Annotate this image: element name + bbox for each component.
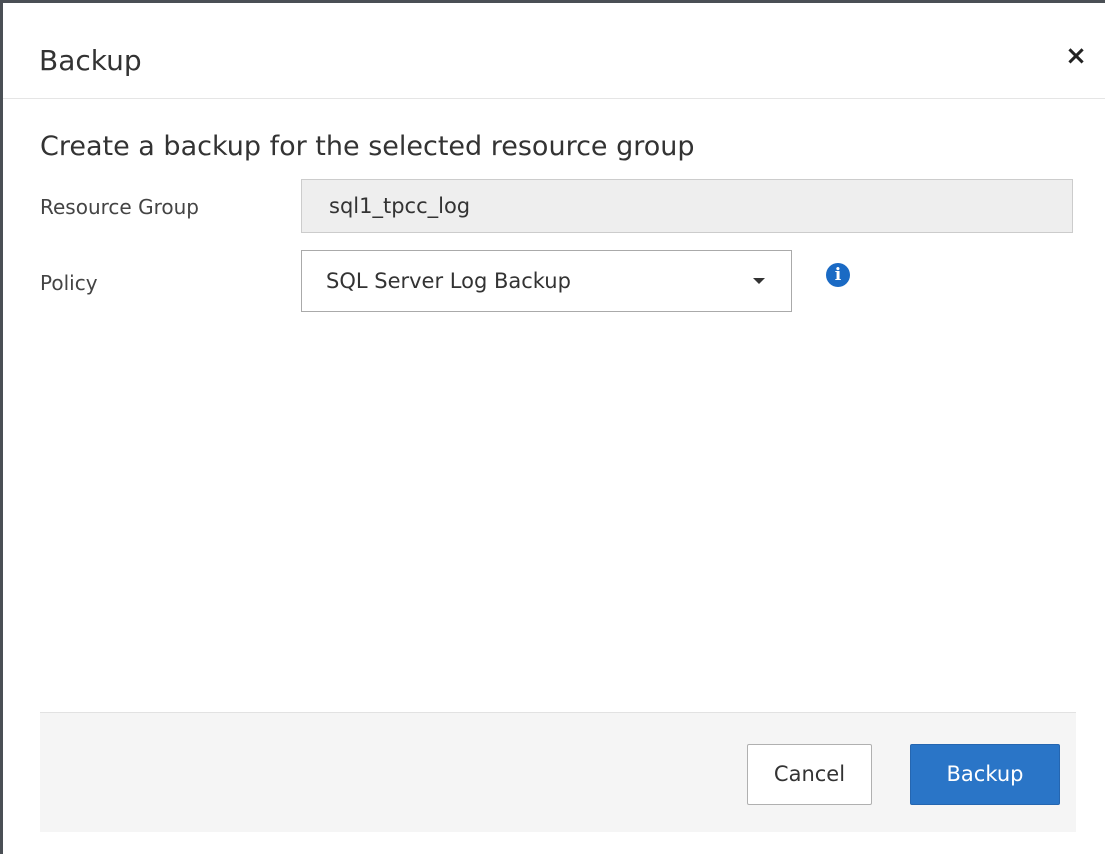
- policy-selected-value: SQL Server Log Backup: [326, 269, 571, 293]
- close-icon[interactable]: ×: [1061, 39, 1091, 73]
- backup-button[interactable]: Backup: [910, 744, 1060, 805]
- policy-label: Policy: [40, 271, 98, 295]
- resource-group-label: Resource Group: [40, 195, 199, 219]
- info-icon[interactable]: i: [826, 263, 850, 287]
- dialog-header: Backup ×: [3, 3, 1105, 99]
- dialog-title: Backup: [39, 44, 142, 77]
- policy-dropdown[interactable]: SQL Server Log Backup: [301, 250, 792, 312]
- resource-group-field: sql1_tpcc_log: [301, 179, 1073, 233]
- caret-down-icon: [753, 278, 765, 284]
- backup-dialog: Backup × Create a backup for the selecte…: [3, 3, 1105, 854]
- cancel-button[interactable]: Cancel: [747, 744, 872, 805]
- dialog-footer: Cancel Backup: [40, 712, 1076, 832]
- dialog-subtitle: Create a backup for the selected resourc…: [40, 131, 695, 162]
